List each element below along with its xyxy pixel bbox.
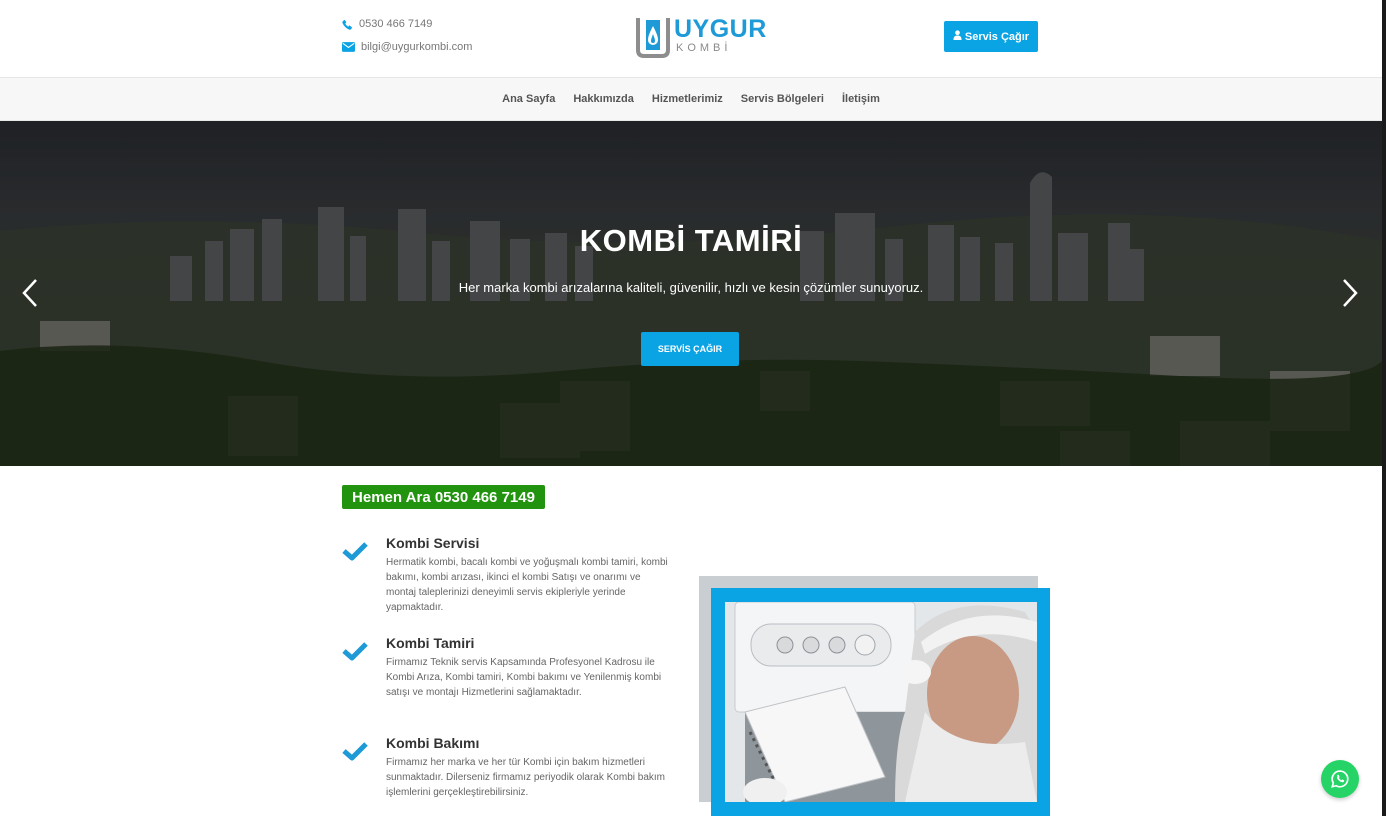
hero-subtitle: Her marka kombi arızalarına kaliteli, gü… xyxy=(458,280,924,295)
nav-item-hizmetlerimiz[interactable]: Hizmetlerimiz xyxy=(652,93,723,105)
whatsapp-icon[interactable] xyxy=(1321,760,1359,798)
nav-item-hakkimizda[interactable]: Hakkımızda xyxy=(573,93,634,105)
feature-title: Kombi Servisi xyxy=(386,535,480,551)
email-text: bilgi@uygurkombi.com xyxy=(361,41,473,53)
check-icon xyxy=(342,741,368,761)
call-now-badge[interactable]: Hemen Ara 0530 466 7149 xyxy=(342,485,545,509)
feature-description: Hermatik kombi, bacalı kombi ve yoğuşmal… xyxy=(386,557,668,613)
main-nav: Ana Sayfa Hakkımızda Hizmetlerimiz Servi… xyxy=(0,78,1382,121)
header-email[interactable]: bilgi@uygurkombi.com xyxy=(342,41,472,53)
header-service-button[interactable]: Servis Çağır xyxy=(944,21,1038,52)
top-header: 0530 466 7149 bilgi@uygurkombi.com UYGUR… xyxy=(0,0,1382,78)
logo-name: UYGUR xyxy=(674,15,767,43)
hero-slider: KOMBİ TAMİRİ Her marka kombi arızalarına… xyxy=(0,121,1382,466)
header-service-label: Servis Çağır xyxy=(964,30,1030,43)
envelope-icon xyxy=(342,42,355,52)
check-icon xyxy=(342,541,368,561)
header-phone[interactable]: 0530 466 7149 xyxy=(342,18,432,30)
check-icon xyxy=(342,641,368,661)
nav-item-iletisim[interactable]: İletişim xyxy=(842,93,880,105)
technician-image xyxy=(725,602,1037,802)
feature-description: Firmamız Teknik servis Kapsamında Profes… xyxy=(386,657,662,698)
hero-title: KOMBİ TAMİRİ xyxy=(579,223,803,258)
logo-mark-icon xyxy=(636,16,670,58)
nav-item-servis-bolgeleri[interactable]: Servis Bölgeleri xyxy=(741,93,824,105)
feature-title: Kombi Bakımı xyxy=(386,735,480,751)
scrollbar[interactable] xyxy=(1382,0,1386,816)
technician-photo xyxy=(699,576,1050,816)
phone-icon xyxy=(342,19,353,30)
slider-prev-icon[interactable] xyxy=(18,277,42,309)
phone-text: 0530 466 7149 xyxy=(359,18,433,30)
logo-sub: KOMBİ xyxy=(676,42,732,54)
user-icon xyxy=(953,30,962,43)
slider-next-icon[interactable] xyxy=(1338,277,1362,309)
logo[interactable]: UYGUR KOMBİ xyxy=(636,16,767,58)
feature-description: Firmamız her marka ve her tür Kombi için… xyxy=(386,757,665,798)
feature-title: Kombi Tamiri xyxy=(386,635,475,651)
hero-service-button[interactable]: SERVİS ÇAĞIR xyxy=(641,332,739,366)
page: 0530 466 7149 bilgi@uygurkombi.com UYGUR… xyxy=(0,0,1386,816)
nav-item-ana-sayfa[interactable]: Ana Sayfa xyxy=(502,93,555,105)
